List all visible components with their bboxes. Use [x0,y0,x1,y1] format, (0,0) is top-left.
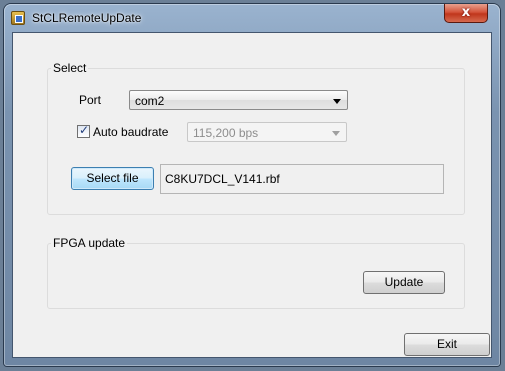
auto-baudrate-checkbox[interactable]: ✓ [77,123,90,138]
title-bar[interactable]: StCLRemoteUpDate x [4,4,500,32]
chevron-down-icon [333,99,341,104]
app-icon[interactable] [11,11,25,25]
auto-baudrate-label[interactable]: Auto baudrate [93,125,168,139]
chevron-down-icon [332,131,340,136]
file-path-field[interactable]: C8KU7DCL_V141.rbf [160,164,444,194]
checkmark-icon: ✓ [79,123,90,137]
close-icon: x [461,5,471,20]
update-button[interactable]: Update [363,271,445,294]
window-title: StCLRemoteUpDate [32,11,142,25]
port-value: com2 [135,94,165,108]
app-window: StCLRemoteUpDate x Select Port com2 ✓ Au… [4,4,500,366]
select-file-button[interactable]: Select file [71,167,154,190]
close-button[interactable]: x [444,4,488,23]
select-group-label: Select [51,61,89,75]
exit-button[interactable]: Exit [404,333,490,356]
port-label: Port [79,93,102,107]
file-path-value: C8KU7DCL_V141.rbf [165,172,280,186]
port-dropdown[interactable]: com2 [129,90,348,110]
fpga-group-label: FPGA update [51,236,128,250]
baudrate-dropdown[interactable]: 115,200 bps [187,122,347,142]
baudrate-value: 115,200 bps [193,126,259,140]
dialog-client-area: Select Port com2 ✓ Auto baudrate 115,200… [12,32,492,358]
